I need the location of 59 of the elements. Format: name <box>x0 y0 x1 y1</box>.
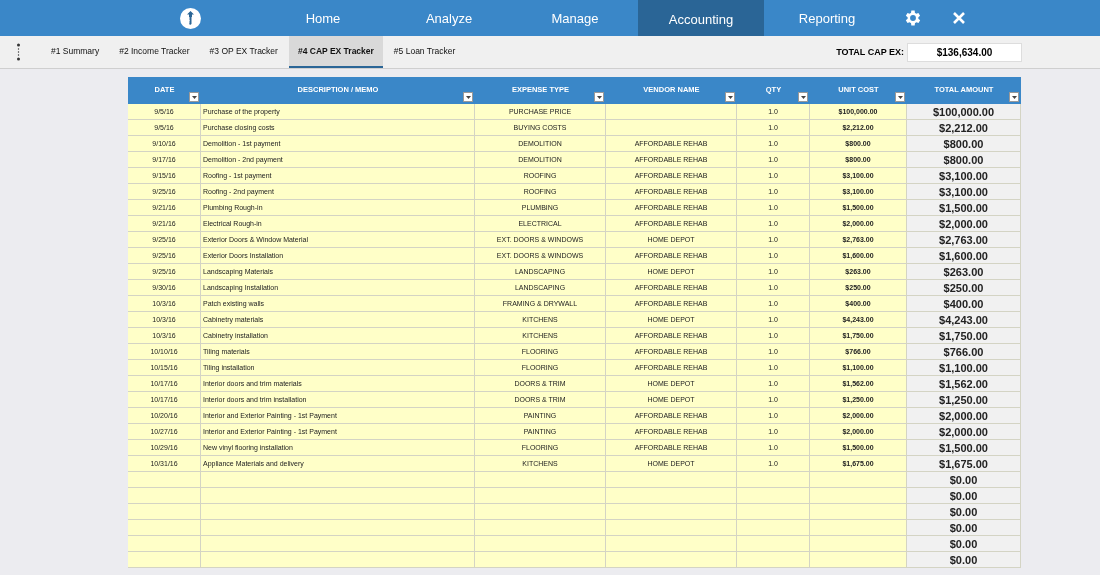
filter-dropdown[interactable] <box>594 92 604 102</box>
total-amount-cell: $0.00 <box>907 520 1021 536</box>
caret-icon <box>596 95 602 99</box>
key-logo-icon[interactable] <box>180 7 201 29</box>
sheet-tab[interactable]: #5 Loan Tracker <box>384 36 465 68</box>
sheet-tab[interactable]: #1 Summary <box>42 36 109 68</box>
total-amount-cell: $3,100.00 <box>907 168 1021 184</box>
total-label: TOTAL CAP EX: <box>836 47 904 57</box>
total-value: $136,634.00 <box>907 42 1022 62</box>
sheet-tab[interactable]: #3 OP EX Tracker <box>200 36 287 68</box>
filter-dropdown[interactable] <box>189 92 199 102</box>
nav-tab[interactable]: Analyze <box>386 0 512 36</box>
total-amount-cell: $0.00 <box>907 488 1021 504</box>
sheet-tab[interactable]: #4 CAP EX Tracker <box>288 36 383 68</box>
filter-dropdown[interactable] <box>1009 92 1019 102</box>
total-amount-cell: $0.00 <box>907 472 1021 488</box>
total-amount-cell: $1,750.00 <box>907 328 1021 344</box>
total-amount-cell: $100,000.00 <box>907 104 1021 120</box>
caret-icon <box>465 95 471 99</box>
total-amount-cell: $800.00 <box>907 136 1021 152</box>
total-amount-cell: $1,250.00 <box>907 392 1021 408</box>
total-amount-cell: $2,000.00 <box>907 408 1021 424</box>
nav-tab[interactable]: Reporting <box>764 0 890 36</box>
vertical-dots-icon[interactable] <box>15 43 21 61</box>
filter-dropdown[interactable] <box>725 92 735 102</box>
caret-icon <box>191 95 197 99</box>
total-amount-cell: $2,763.00 <box>907 232 1021 248</box>
total-amount-cell: $1,562.00 <box>907 376 1021 392</box>
close-icon[interactable] <box>952 11 966 25</box>
total-amount-cell: $0.00 <box>907 504 1021 520</box>
sheet-tab[interactable]: #2 Income Tracker <box>110 36 199 68</box>
total-amount-cell: $766.00 <box>907 344 1021 360</box>
filter-dropdown[interactable] <box>895 92 905 102</box>
nav-tab[interactable]: Home <box>260 0 386 36</box>
total-amount-cell: $2,000.00 <box>907 424 1021 440</box>
filter-dropdown[interactable] <box>798 92 808 102</box>
total-amount-cell: $250.00 <box>907 280 1021 296</box>
total-amount-cell: $0.00 <box>907 536 1021 552</box>
total-amount-cell: $400.00 <box>907 296 1021 312</box>
total-amount-cell: $1,675.00 <box>907 456 1021 472</box>
caret-icon <box>800 95 806 99</box>
total-amount-cell: $800.00 <box>907 152 1021 168</box>
nav-tab[interactable]: Accounting <box>638 0 764 36</box>
total-amount-cell: $3,100.00 <box>907 184 1021 200</box>
total-amount-cell: $1,600.00 <box>907 248 1021 264</box>
total-amount-cell: $4,243.00 <box>907 312 1021 328</box>
total-amount-cell: $2,212.00 <box>907 120 1021 136</box>
total-amount-cell: $263.00 <box>907 264 1021 280</box>
nav-tab[interactable]: Manage <box>512 0 638 36</box>
filter-dropdown[interactable] <box>463 92 473 102</box>
caret-icon <box>1011 95 1017 99</box>
caret-icon <box>727 95 733 99</box>
caret-icon <box>897 95 903 99</box>
total-amount-cell: $1,100.00 <box>907 360 1021 376</box>
total-amount-cell: $0.00 <box>907 552 1021 568</box>
total-amount-cell: $1,500.00 <box>907 440 1021 456</box>
total-amount-cell: $1,500.00 <box>907 200 1021 216</box>
total-amount-cell: $2,000.00 <box>907 216 1021 232</box>
settings-icon[interactable] <box>903 8 923 28</box>
